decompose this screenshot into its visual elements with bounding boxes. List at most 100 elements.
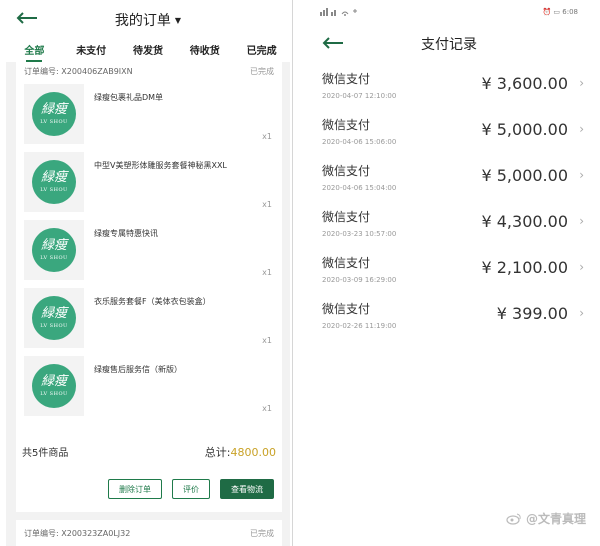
payment-record[interactable]: 微信支付 2020-03-09 16:29:00 ¥ 2,100.00 ›: [322, 254, 584, 300]
review-button[interactable]: 评价: [172, 479, 210, 499]
chevron-right-icon: ›: [579, 214, 584, 228]
brand-logo-en: LV SHOU: [40, 391, 68, 397]
order-status: 已完成: [250, 529, 274, 538]
order-card[interactable]: 订单编号: X200406ZAB9IXN 已完成 緑瘦 LV SHOU 绿瘦包裹礼…: [16, 62, 282, 512]
watermark: @文青真理: [506, 510, 586, 527]
page-title[interactable]: 我的订单 ▼: [6, 10, 290, 30]
status-left-icons: [320, 8, 360, 18]
payment-date: 2020-03-23 10:57:00: [322, 230, 397, 238]
order-item[interactable]: 緑瘦 LV SHOU 绿瘦售后服务信（新版） x1: [24, 356, 274, 418]
payment-date: 2020-04-06 15:06:00: [322, 138, 397, 146]
panel-divider: [292, 0, 293, 546]
alarm-icon: ⏰: [542, 8, 552, 16]
product-quantity: x1: [262, 336, 272, 345]
order-number-label: 订单编号:: [24, 67, 59, 76]
order-tabs: 全部 未支付 待发货 待收货 已完成: [6, 36, 290, 62]
brand-logo-en: LV SHOU: [40, 119, 68, 125]
order-number-row: 订单编号: X200323ZA0LJ32 已完成: [24, 528, 274, 539]
order-item[interactable]: 緑瘦 LV SHOU 绿瘦专属特惠快讯 x1: [24, 220, 274, 282]
brand-logo: 緑瘦 LV SHOU: [32, 364, 76, 408]
order-item[interactable]: 緑瘦 LV SHOU 中型V美塑形体雕服务套餐神秘黑XXL x1: [24, 152, 274, 214]
product-thumbnail: 緑瘦 LV SHOU: [24, 152, 84, 212]
order-number: 订单编号: X200323ZA0LJ32: [24, 528, 130, 539]
payment-date: 2020-04-07 12:10:00: [322, 92, 397, 100]
product-quantity: x1: [262, 268, 272, 277]
payment-record[interactable]: 微信支付 2020-02-26 11:19:00 ¥ 399.00 ›: [322, 300, 584, 346]
payment-amount: ¥ 5,000.00: [481, 120, 568, 139]
product-quantity: x1: [262, 132, 272, 141]
product-name: 绿瘦售后服务信（新版）: [94, 365, 182, 374]
chevron-right-icon: ›: [579, 306, 584, 320]
chevron-right-icon: ›: [579, 76, 584, 90]
payment-method: 微信支付: [322, 256, 371, 270]
payment-amount: ¥ 2,100.00: [481, 258, 568, 277]
order-number: 订单编号: X200406ZAB9IXN: [24, 66, 133, 77]
payment-record[interactable]: 微信支付 2020-04-07 12:10:00 ¥ 3,600.00 ›: [322, 70, 584, 116]
item-count: 共5件商品: [22, 448, 69, 459]
total-label: 总计:: [204, 446, 231, 459]
brand-logo: 緑瘦 LV SHOU: [32, 228, 76, 272]
payment-record[interactable]: 微信支付 2020-04-06 15:06:00 ¥ 5,000.00 ›: [322, 116, 584, 162]
weibo-icon: [506, 513, 521, 525]
status-right: ⏰ ▭ 6:08: [542, 8, 578, 18]
payment-method: 微信支付: [322, 302, 371, 316]
tab-to-ship[interactable]: 待发货: [120, 36, 177, 62]
order-item[interactable]: 緑瘦 LV SHOU 衣乐服务套餐F（美体衣包装盒） x1: [24, 288, 274, 350]
payment-record[interactable]: 微信支付 2020-03-23 10:57:00 ¥ 4,300.00 ›: [322, 208, 584, 254]
payment-date: 2020-02-26 11:19:00: [322, 322, 397, 330]
product-name: 绿瘦包裹礼品DM单: [94, 93, 164, 102]
payment-amount: ¥ 3,600.00: [481, 74, 568, 93]
product-thumbnail: 緑瘦 LV SHOU: [24, 84, 84, 144]
brand-logo: 緑瘦 LV SHOU: [32, 296, 76, 340]
product-quantity: x1: [262, 404, 272, 413]
brand-logo-cn: 緑瘦: [40, 374, 67, 389]
order-status: 已完成: [250, 67, 274, 76]
payment-amount: ¥ 4,300.00: [481, 212, 568, 231]
view-logistics-button[interactable]: 查看物流: [220, 479, 274, 499]
page-title-text: 我的订单: [114, 13, 171, 29]
total-amount: 4800.00: [230, 446, 277, 459]
order-total: 总计:4800.00: [205, 444, 276, 460]
payment-record[interactable]: 微信支付 2020-04-06 15:04:00 ¥ 5,000.00 ›: [322, 162, 584, 208]
tab-to-receive[interactable]: 待收货: [176, 36, 233, 62]
payment-method: 微信支付: [322, 118, 371, 132]
product-name: 绿瘦专属特惠快讯: [94, 229, 158, 238]
chevron-right-icon: ›: [579, 122, 584, 136]
payment-records-screen: ⏰ ▭ 6:08 支付记录 微信支付 2020-04-07 12:10:00 ¥…: [306, 0, 592, 546]
payment-date: 2020-04-06 15:04:00: [322, 184, 397, 192]
orders-screen: 我的订单 ▼ 全部 未支付 待发货 待收货 已完成 订单编号: X200406ZA…: [6, 0, 290, 546]
orders-header: 我的订单 ▼: [6, 0, 290, 36]
order-number-label: 订单编号:: [24, 529, 59, 538]
chevron-right-icon: ›: [579, 260, 584, 274]
payment-amount: ¥ 5,000.00: [481, 166, 568, 185]
order-number-value: X200323ZA0LJ32: [61, 529, 131, 538]
tab-all[interactable]: 全部: [6, 36, 63, 62]
status-bar: ⏰ ▭ 6:08: [320, 8, 578, 18]
brand-logo: 緑瘦 LV SHOU: [32, 160, 76, 204]
order-actions: 删除订单 评价 查看物流: [108, 479, 274, 499]
screenshot-page: 我的订单 ▼ 全部 未支付 待发货 待收货 已完成 订单编号: X200406ZA…: [0, 0, 600, 546]
order-item[interactable]: 緑瘦 LV SHOU 绿瘦包裹礼品DM单 x1: [24, 84, 274, 146]
brand-logo-cn: 緑瘦: [40, 170, 67, 185]
product-name: 中型V美塑形体雕服务套餐神秘黑XXL: [94, 161, 227, 170]
tab-completed[interactable]: 已完成: [233, 36, 290, 62]
payment-method: 微信支付: [322, 72, 371, 86]
tab-unpaid[interactable]: 未支付: [63, 36, 120, 62]
watermark-text: @文青真理: [525, 512, 586, 526]
order-number-value: X200406ZAB9IXN: [61, 67, 133, 76]
product-quantity: x1: [262, 200, 272, 209]
brand-logo-en: LV SHOU: [40, 187, 68, 193]
caret-down-icon: ▼: [174, 16, 182, 25]
order-card[interactable]: 订单编号: X200323ZA0LJ32 已完成: [16, 520, 282, 546]
page-title: 支付记录: [421, 37, 477, 53]
payment-amount: ¥ 399.00: [496, 304, 568, 323]
product-thumbnail: 緑瘦 LV SHOU: [24, 288, 84, 348]
status-time: 6:08: [562, 8, 578, 16]
order-number-row: 订单编号: X200406ZAB9IXN 已完成: [24, 66, 274, 77]
payment-date: 2020-03-09 16:29:00: [322, 276, 397, 284]
payment-method: 微信支付: [322, 210, 371, 224]
brand-logo-en: LV SHOU: [40, 255, 68, 261]
battery-icon: ▭: [553, 8, 561, 16]
delete-order-button[interactable]: 删除订单: [108, 479, 162, 499]
brand-logo: 緑瘦 LV SHOU: [32, 92, 76, 136]
